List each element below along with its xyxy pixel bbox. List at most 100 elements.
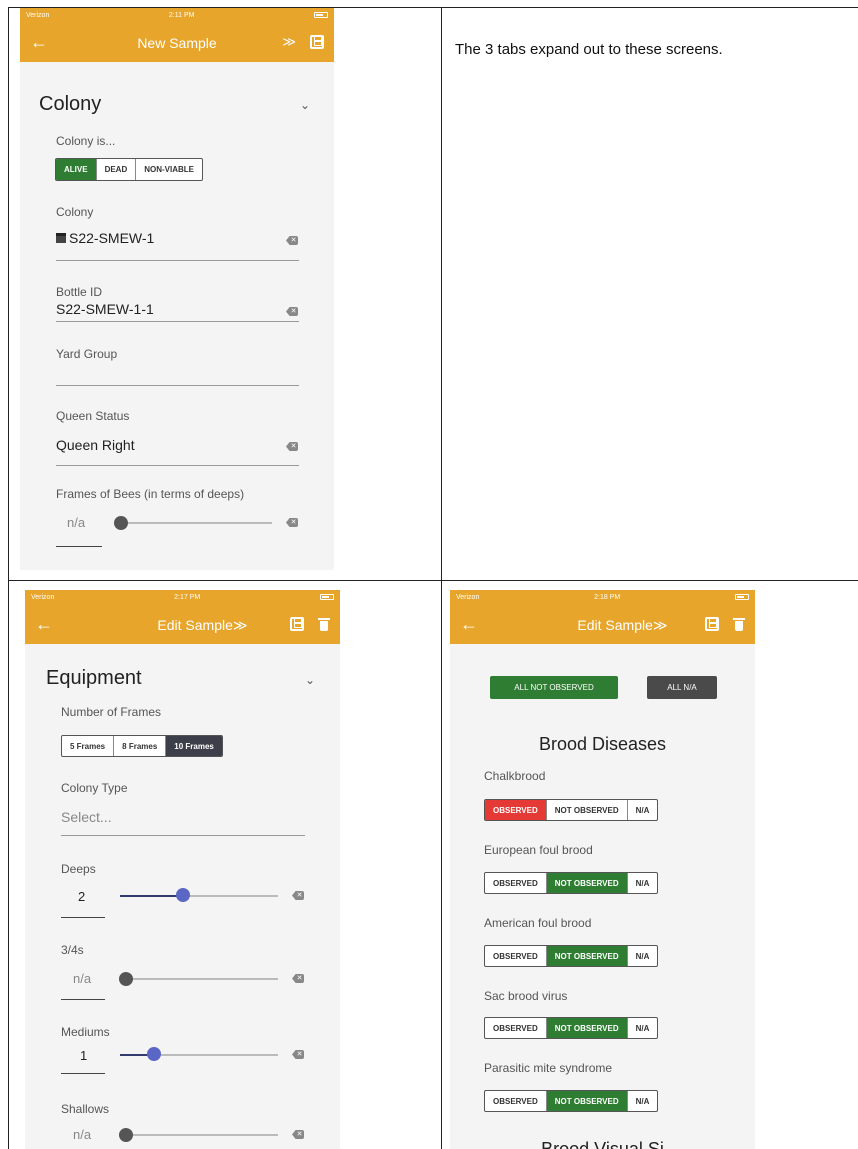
brood-visual-heading-cutoff: Brood Visual Si	[541, 1139, 664, 1149]
phone-edit-sample-brood: Verizon 2:18 PM ← Edit Sample≫ ALL NOT O…	[450, 590, 755, 1149]
clear-frames-of-bees-icon[interactable]: ✕	[286, 518, 298, 527]
all-not-observed-button[interactable]: ALL NOT OBSERVED	[490, 676, 618, 699]
option-not-observed[interactable]: NOT OBSERVED	[547, 800, 628, 820]
clear-colony-icon[interactable]: ✕	[286, 236, 298, 245]
mediums-slider-knob[interactable]	[147, 1047, 161, 1061]
option-na[interactable]: N/A	[628, 1091, 658, 1111]
yard-group-label: Yard Group	[56, 347, 118, 361]
frames-of-bees-slider-track[interactable]	[120, 522, 272, 524]
deeps-label: Deeps	[61, 862, 96, 876]
status-bar: Verizon 2:18 PM	[450, 590, 755, 604]
bottle-id-input[interactable]: S22-SMEW-1-1	[56, 301, 154, 317]
colony-underline	[56, 260, 299, 261]
option-not-observed[interactable]: NOT OBSERVED	[546, 873, 628, 893]
option-na[interactable]: N/A	[628, 946, 658, 966]
carrier-label: Verizon	[456, 593, 480, 601]
clear-bottle-id-icon[interactable]: ✕	[286, 307, 298, 316]
colony-type-select[interactable]: Select...	[61, 809, 112, 825]
shallows-slider-track[interactable]	[125, 1134, 278, 1136]
chevron-down-icon[interactable]: ⌄	[300, 98, 310, 112]
queen-status-value[interactable]: Queen Right	[56, 437, 135, 453]
back-arrow-icon[interactable]: ←	[30, 33, 48, 51]
clear-queen-status-icon[interactable]: ✕	[286, 442, 298, 451]
brood-diseases-heading: Brood Diseases	[538, 734, 667, 754]
disease-toggle[interactable]: OBSERVED NOT OBSERVED N/A	[484, 1017, 659, 1039]
deeps-slider-knob[interactable]	[176, 888, 190, 902]
option-8-frames[interactable]: 8 Frames	[114, 736, 167, 756]
save-icon[interactable]	[310, 35, 324, 49]
deeps-underline	[61, 917, 105, 918]
colony-label: Colony	[56, 205, 94, 219]
shallows-slider-knob[interactable]	[119, 1128, 133, 1142]
colony-type-label: Colony Type	[61, 781, 128, 795]
back-arrow-icon[interactable]: ←	[35, 615, 53, 633]
disease-toggle[interactable]: OBSERVED NOT OBSERVED N/A	[484, 945, 659, 967]
clear-mediums-icon[interactable]: ✕	[292, 1050, 304, 1059]
deeps-slider-fill	[120, 895, 182, 897]
status-bar: Verizon 2:17 PM	[25, 590, 340, 604]
option-dead[interactable]: DEAD	[97, 159, 137, 180]
option-observed[interactable]: OBSERVED	[485, 873, 547, 893]
clear-deeps-icon[interactable]: ✕	[292, 891, 304, 900]
option-na[interactable]: N/A	[628, 873, 658, 893]
number-of-frames-toggle[interactable]: 5 Frames 8 Frames 10 Frames	[61, 735, 223, 757]
three-quarters-slider-track[interactable]	[125, 978, 278, 980]
phone-edit-sample-equipment: Verizon 2:17 PM ← Edit Sample≫ Equipment…	[25, 590, 340, 1149]
time-label: 2:17 PM	[174, 593, 201, 601]
yard-group-underline	[56, 385, 299, 386]
option-not-observed[interactable]: NOT OBSERVED	[546, 1018, 628, 1038]
option-5-frames[interactable]: 5 Frames	[62, 736, 115, 756]
time-label: 2:18 PM	[594, 593, 621, 601]
option-not-observed[interactable]: NOT OBSERVED	[546, 946, 628, 966]
disease-label: Chalkbrood	[484, 769, 546, 783]
option-observed[interactable]: OBSERVED	[485, 1018, 547, 1038]
caption-note: The 3 tabs expand out to these screens.	[455, 41, 723, 58]
option-non-viable[interactable]: NON-VIABLE	[136, 159, 202, 180]
shallows-label: Shallows	[61, 1102, 110, 1116]
frames-of-bees-slider-knob[interactable]	[114, 516, 128, 530]
save-icon[interactable]	[705, 617, 719, 631]
option-not-observed[interactable]: NOT OBSERVED	[546, 1091, 628, 1111]
status-bar: Verizon 2:11 PM	[20, 8, 334, 22]
three-quarters-value: n/a	[73, 971, 92, 986]
save-icon[interactable]	[290, 617, 304, 631]
clear-shallows-icon[interactable]: ✕	[292, 1130, 304, 1139]
app-bar: ← Edit Sample≫	[25, 604, 340, 644]
option-observed[interactable]: OBSERVED	[485, 800, 547, 820]
time-label: 2:11 PM	[168, 11, 195, 19]
option-na[interactable]: N/A	[628, 1018, 658, 1038]
disease-toggle[interactable]: OBSERVED NOT OBSERVED N/A	[484, 1090, 659, 1112]
chevron-down-icon[interactable]: ⌄	[305, 673, 315, 687]
three-quarters-underline	[61, 999, 105, 1000]
bottle-id-label: Bottle ID	[56, 285, 103, 299]
option-observed[interactable]: OBSERVED	[485, 946, 547, 966]
disease-toggle[interactable]: OBSERVED NOT OBSERVED N/A	[484, 799, 659, 821]
section-title-equipment[interactable]: Equipment	[46, 667, 142, 690]
phone-new-sample: Verizon 2:11 PM ← New Sample ≫ Colony ⌄ …	[20, 8, 334, 570]
yard-group-input[interactable]	[56, 366, 299, 384]
carrier-label: Verizon	[26, 11, 50, 19]
option-na[interactable]: N/A	[628, 800, 658, 820]
section-title-colony[interactable]: Colony	[39, 93, 101, 116]
disease-label: European foul brood	[484, 843, 593, 857]
colony-box-icon	[56, 233, 66, 243]
frames-of-bees-value: n/a	[67, 515, 86, 530]
clear-three-quarters-icon[interactable]: ✕	[292, 974, 304, 983]
three-quarters-slider-knob[interactable]	[119, 972, 133, 986]
colony-status-toggle[interactable]: ALIVE DEAD NON-VIABLE	[55, 158, 204, 181]
all-na-button[interactable]: ALL N/A	[647, 676, 717, 699]
option-alive[interactable]: ALIVE	[56, 159, 97, 180]
deeps-value: 2	[78, 889, 86, 904]
trash-icon[interactable]	[318, 617, 330, 631]
three-quarters-label: 3/4s	[61, 943, 84, 957]
colony-field[interactable]: S22-SMEW-1	[56, 230, 154, 246]
disease-toggle[interactable]: OBSERVED NOT OBSERVED N/A	[484, 872, 659, 894]
option-10-frames[interactable]: 10 Frames	[166, 736, 222, 756]
back-arrow-icon[interactable]: ←	[460, 615, 478, 633]
trash-icon[interactable]	[733, 617, 745, 631]
disease-label: Sac brood virus	[484, 989, 568, 1003]
expand-all-icon[interactable]: ≫	[282, 34, 296, 50]
frames-of-bees-underline	[56, 546, 102, 547]
shallows-value: n/a	[73, 1127, 92, 1142]
option-observed[interactable]: OBSERVED	[485, 1091, 547, 1111]
